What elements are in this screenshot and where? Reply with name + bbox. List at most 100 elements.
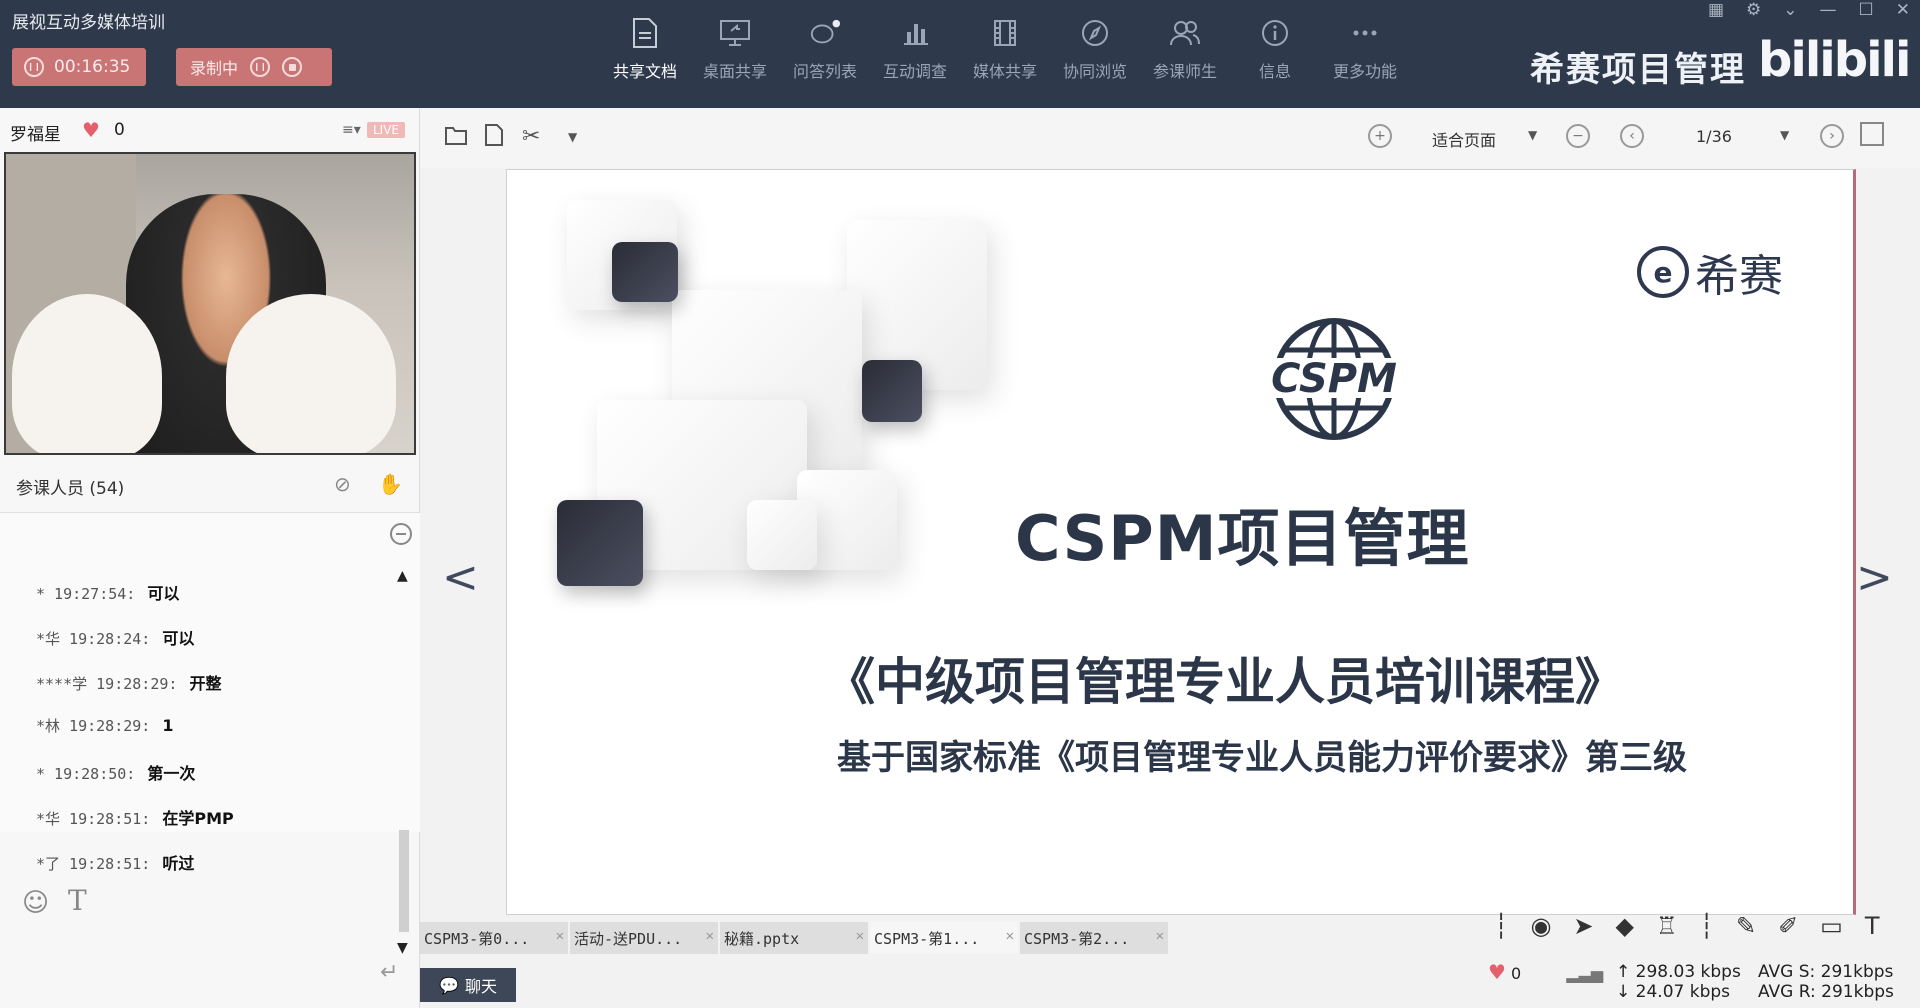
zoom-in-icon[interactable]: + — [1368, 124, 1392, 148]
fit-page-select[interactable]: 适合页面 — [1432, 127, 1496, 151]
tool-label: 媒体共享 — [972, 62, 1037, 81]
pen-icon[interactable]: ✎ — [1736, 912, 1756, 940]
decor-square-dark — [862, 360, 922, 422]
left-panel: 罗福星 ♥ 0 ≡▾ LIVE 参课人员 (54) ⊘ ✋ * 19:27:54… — [0, 108, 420, 1008]
brush-icon[interactable]: ♖ — [1656, 912, 1678, 940]
tool-attendees[interactable]: 参课师生 — [1140, 16, 1230, 82]
close-tab-icon[interactable]: ✕ — [556, 928, 564, 944]
close-tab-icon[interactable]: ✕ — [1006, 928, 1014, 944]
tool-qa-list[interactable]: 问答列表 — [780, 16, 870, 82]
raise-hand-icon[interactable]: ✋ — [378, 472, 403, 496]
font-icon[interactable]: T — [68, 884, 87, 917]
pause-icon: ❙❙ — [24, 57, 44, 77]
prev-slide-arrow[interactable]: < — [442, 552, 479, 603]
close-tab-icon[interactable]: ✕ — [856, 928, 864, 944]
doc-tab[interactable]: 活动-送PDU... ✕ — [570, 922, 720, 954]
next-slide-arrow[interactable]: > — [1856, 552, 1893, 603]
chat-text: 第一次 — [147, 764, 196, 783]
caret-down-icon[interactable]: ▼ — [1528, 128, 1537, 142]
scroll-thumb[interactable] — [399, 830, 409, 932]
close-tab-icon[interactable]: ✕ — [706, 928, 714, 944]
tool-media-share[interactable]: 媒体共享 — [960, 16, 1050, 82]
participants-label[interactable]: 参课人员 (54) — [16, 474, 124, 499]
heart-icon[interactable]: ♥ — [1488, 960, 1506, 984]
zoom-out-icon[interactable]: − — [1566, 124, 1590, 148]
decor-square-dark — [557, 500, 643, 586]
divider-handle-icon: ┆ — [1699, 912, 1714, 940]
tool-desktop-share[interactable]: 桌面共享 — [690, 16, 780, 82]
record-dot-icon[interactable]: ◉ — [1530, 912, 1551, 940]
scissors-icon[interactable]: ✂ — [522, 124, 540, 149]
caret-down-icon[interactable]: ▼ — [568, 130, 577, 144]
folder-icon[interactable] — [444, 124, 468, 152]
app-title: 展视互动多媒体培训 — [12, 13, 165, 33]
doc-tab-active[interactable]: CSPM3-第1... ✕ — [870, 922, 1020, 954]
film-icon — [989, 16, 1021, 50]
settings-icon[interactable]: ⚙ — [1746, 0, 1761, 20]
send-icon[interactable]: ↵ — [380, 960, 398, 985]
close-tab-icon[interactable]: ✕ — [1156, 928, 1164, 944]
list-menu-icon[interactable]: ≡▾ — [342, 122, 361, 138]
plush-toy-right — [226, 294, 396, 453]
tool-co-browse[interactable]: 协同浏览 — [1050, 16, 1140, 82]
chevron-down-icon[interactable]: ⌄ — [1783, 0, 1797, 20]
emoji-icon[interactable]: ☺ — [22, 888, 49, 918]
chevron-down-icon[interactable]: ▼ — [397, 940, 408, 956]
pause-record-icon[interactable]: ❙❙ — [250, 57, 271, 77]
chat-tab[interactable]: 💬 聊天 — [420, 968, 516, 1002]
rectangle-icon[interactable]: ▭ — [1820, 912, 1843, 940]
timer-pill[interactable]: ❙❙ 00:16:35 — [12, 48, 146, 86]
eraser-icon[interactable]: ◆ — [1616, 912, 1634, 940]
annotation-toolbar: ┆ ◉ ➤ ◆ ♖ ┆ ✎ ✐ ▭ T — [1494, 912, 1880, 940]
document-tabs: CSPM3-第0... ✕ 活动-送PDU... ✕ 秘籍.pptx ✕ CSPM3-… — [420, 922, 1170, 954]
chat-message: * 19:28:50: 第一次 — [36, 760, 195, 784]
chat-sender: *林 19:28:29: — [36, 717, 151, 735]
tool-label: 信息 — [1258, 62, 1291, 81]
slide: e 希赛 CSPM CSPM项目管理 《中级项目管理专业人员培训课程》 基于国家… — [506, 169, 1856, 915]
chat-bubble-icon: 💬 — [439, 975, 459, 995]
top-bar: 展视互动多媒体培训 ❙❙ 00:16:35 录制中 ❙❙ 共享文档 桌面共享 问… — [0, 0, 1920, 108]
tool-info[interactable]: 信息 — [1230, 16, 1320, 82]
next-page-icon[interactable]: › — [1820, 124, 1844, 148]
tool-more[interactable]: 更多功能 — [1320, 16, 1410, 82]
chat-scrollbar[interactable]: ▲ ▼ — [397, 568, 411, 956]
marker-icon[interactable]: ✐ — [1778, 912, 1798, 940]
fullscreen-icon[interactable] — [1860, 122, 1884, 146]
chat-sender: *华 19:28:24: — [36, 630, 151, 648]
page-indicator[interactable]: 1/36 — [1696, 127, 1732, 146]
chevron-up-icon[interactable]: ▲ — [397, 568, 408, 584]
chat-message: *林 19:28:29: 1 — [36, 715, 173, 736]
slide-brand: e 希赛 — [1637, 240, 1783, 304]
minimize-icon[interactable]: — — [1820, 0, 1837, 20]
bilibili-logo: bilibili — [1758, 32, 1911, 88]
decor-square — [747, 500, 817, 570]
text-tool-icon[interactable]: T — [1865, 912, 1880, 940]
caret-down-icon[interactable]: ▼ — [1780, 128, 1789, 142]
tool-share-document[interactable]: 共享文档 — [600, 16, 690, 82]
recording-pill[interactable]: 录制中 ❙❙ — [176, 48, 332, 86]
pointer-icon[interactable]: ➤ — [1573, 912, 1593, 940]
heart-icon[interactable]: ♥ — [82, 118, 100, 142]
layout-icon[interactable]: ▦ — [1708, 0, 1724, 20]
chat-text: 可以 — [147, 584, 180, 603]
new-file-icon[interactable] — [484, 124, 504, 152]
chat-message: *了 19:28:51: 听过 — [36, 850, 194, 874]
prev-page-icon[interactable]: ‹ — [1620, 124, 1644, 148]
maximize-icon[interactable]: ☐ — [1859, 0, 1874, 20]
stop-record-icon[interactable] — [282, 57, 303, 77]
tool-survey[interactable]: 互动调查 — [870, 16, 960, 82]
collapse-icon[interactable] — [390, 523, 412, 545]
avg-rates: AVG S: 291kbps AVG R: 291kbps — [1758, 962, 1894, 1002]
chat-tab-label: 聊天 — [464, 977, 497, 996]
close-icon[interactable]: ✕ — [1896, 0, 1910, 20]
main-toolbar: 共享文档 桌面共享 问答列表 互动调查 媒体共享 协同浏览 参课师生 信息 更多… — [600, 16, 1410, 82]
mute-all-icon[interactable]: ⊘ — [334, 472, 351, 496]
brand-logo-icon: e — [1637, 246, 1689, 298]
window-controls: ▦ ⚙ ⌄ — ☐ ✕ — [1708, 0, 1910, 20]
doc-tab[interactable]: CSPM3-第2... ✕ — [1020, 922, 1170, 954]
likes-count: 0 — [114, 120, 125, 140]
bar-chart-icon — [899, 16, 931, 50]
doc-tab[interactable]: CSPM3-第0... ✕ — [420, 922, 570, 954]
doc-tab[interactable]: 秘籍.pptx ✕ — [720, 922, 870, 954]
chat-sender: * 19:28:50: — [36, 765, 136, 783]
